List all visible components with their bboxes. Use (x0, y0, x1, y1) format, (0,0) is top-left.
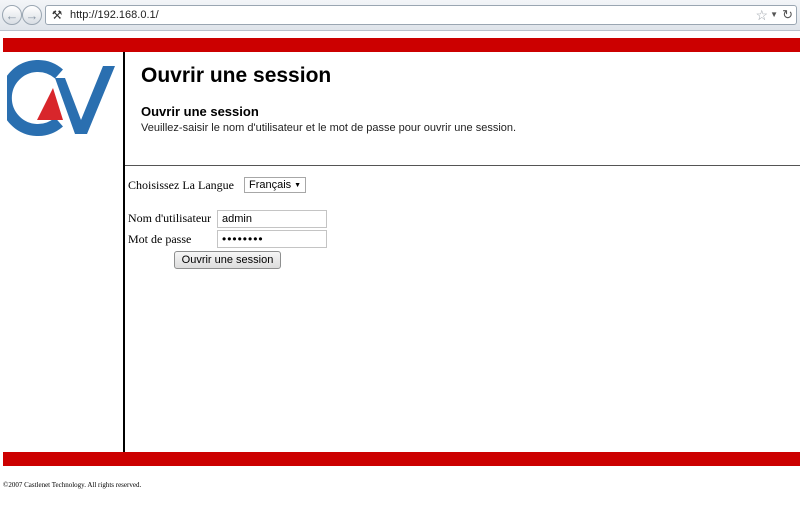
site-tools-icon: ⚒ (51, 8, 63, 22)
language-label: Choisissez La Langue (128, 178, 234, 192)
address-bar[interactable]: ⚒ http://192.168.0.1/ ☆ ▼ ↻ (45, 5, 797, 25)
forward-button[interactable]: → (22, 5, 42, 25)
arrow-right-icon: → (25, 8, 39, 23)
history-dropdown-icon[interactable]: ▼ (770, 9, 778, 21)
url-text[interactable]: http://192.168.0.1/ (70, 9, 159, 21)
reload-icon[interactable]: ↻ (782, 7, 793, 23)
copyright-footer: ©2007 Castlenet Technology. All rights r… (3, 481, 142, 489)
instructions-text: Veuillez-saisir le nom d'utilisateur et … (141, 122, 517, 134)
arrow-left-icon: ← (5, 8, 19, 23)
language-select[interactable]: Français ▼ (244, 177, 306, 193)
page-title: Ouvrir une session (141, 64, 332, 87)
username-label: Nom d'utilisateur (128, 211, 212, 225)
back-button[interactable]: ← (2, 5, 22, 25)
castlenet-logo (7, 60, 115, 136)
login-button[interactable]: Ouvrir une session (174, 251, 281, 269)
bookmark-star-icon[interactable]: ☆ (755, 7, 768, 23)
language-selected-value: Français (249, 179, 292, 191)
header-red-bar (3, 38, 800, 52)
logo-red-triangle (37, 88, 63, 120)
password-label: Mot de passe (128, 232, 192, 246)
username-input[interactable]: admin (217, 210, 327, 228)
browser-toolbar: ← → ⚒ http://192.168.0.1/ ☆ ▼ ↻ (0, 0, 800, 31)
chevron-down-icon: ▼ (294, 182, 301, 189)
logo-v-shape (55, 66, 115, 134)
sidebar-divider (123, 52, 125, 452)
footer-red-bar (3, 452, 800, 466)
section-title: Ouvrir une session (141, 104, 259, 119)
password-input[interactable]: •••••••• (217, 230, 327, 248)
header-divider (125, 165, 800, 166)
